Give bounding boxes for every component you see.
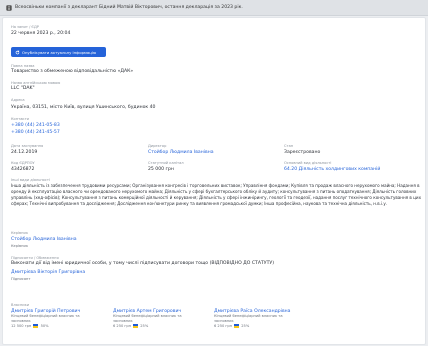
updated-label: На запит / ЄДР — [11, 25, 39, 29]
status-label: Стан — [284, 144, 294, 148]
main-activity-label: Основний вид діяльності — [284, 161, 332, 165]
refresh-button-label: Опублікувати актуальну інформацію — [22, 49, 97, 55]
founder-share: 25% — [140, 324, 149, 328]
director-link[interactable]: Стойбор Людмила Іванівна — [148, 150, 214, 155]
founder-role: Кінцевий бенефіціарний власник та заснов… — [113, 314, 182, 323]
short-name-value: LLC "DAK" — [11, 86, 35, 91]
refresh-info-button[interactable]: Опублікувати актуальну інформацію — [11, 47, 106, 57]
signer-link[interactable]: Дмитрієва Вікторія Григорівна — [11, 270, 85, 275]
founders-label: Власники — [11, 303, 30, 307]
legal-name-value: Товариство з обмеженою відповідальністю … — [11, 69, 134, 74]
edrpou-value: 43426872 — [11, 167, 35, 172]
founder-role: Кінцевий бенефіціарний власник та заснов… — [11, 314, 80, 323]
activities-text: Інша діяльність із забезпечення трудовим… — [11, 183, 422, 206]
founder-share-line: 6 250 грн 25% — [214, 324, 339, 328]
registration-date-value: 24.12.2019 — [11, 150, 38, 155]
refresh-icon — [15, 50, 20, 55]
ukraine-flag-icon — [133, 324, 139, 328]
capital-label: Статутний капітал — [148, 161, 184, 165]
signers-text: Виконати дії від імені юридичної особи, … — [11, 261, 274, 266]
founder-role: Кінцевий бенефіціарний власник та заснов… — [214, 314, 283, 323]
ukraine-flag-icon — [234, 324, 240, 328]
signer-role: Підписант — [11, 277, 31, 281]
edrpou-label: Код ЄДРПОУ — [11, 161, 35, 165]
founder-amount: 6 250 грн — [214, 324, 232, 328]
info-icon — [6, 4, 12, 11]
capital-value: 25 000 грн — [148, 167, 174, 172]
phone-link-1[interactable]: +380 (44) 241-05-83 — [11, 123, 60, 128]
address-label: Адреса — [11, 98, 25, 102]
short-name-label: Назва англійською мовою — [11, 81, 61, 85]
contacts-label: Контакти — [11, 117, 29, 121]
main-activity-link[interactable]: 64.20 Діяльність холдингових компаній — [284, 167, 380, 172]
ukraine-flag-icon — [33, 324, 39, 328]
manager-label: Керівник — [11, 231, 29, 235]
founder-share: 50% — [40, 324, 49, 328]
phone-link-2[interactable]: +380 (44) 241-45-57 — [11, 130, 60, 135]
founder-card: Дмитрієва Раїса Олександрівна Кінцевий б… — [214, 309, 339, 328]
activities-label: Інші види діяльності — [11, 178, 50, 182]
company-card: На запит / ЄДР 22 червня 2023 р., 20:04 … — [2, 17, 426, 345]
founder-amount: 12 500 грн — [11, 324, 32, 328]
notice-banner: Всеосвіньки компанії з декларант Бідний … — [0, 0, 428, 16]
founder-share: 25% — [241, 324, 250, 328]
registration-date-label: Дата заснування — [11, 144, 44, 148]
updated-value: 22 червня 2023 р., 20:04 — [11, 31, 71, 36]
founder-amount: 6 250 грн — [113, 324, 131, 328]
director-label: Директор — [148, 144, 167, 148]
address-value: Україна, 03151, місто Київ, вулиця Ушинс… — [11, 105, 156, 110]
signers-label: Підписанти / Обмеження — [11, 256, 59, 260]
banner-text: Всеосвіньки компанії з декларант Бідний … — [15, 5, 243, 10]
legal-name-label: Повна назва — [11, 64, 35, 68]
manager-link[interactable]: Стойбор Людмила Іванівна — [11, 237, 77, 242]
manager-role: Керівник — [11, 244, 29, 248]
status-value: Зареєстровано — [284, 150, 321, 155]
